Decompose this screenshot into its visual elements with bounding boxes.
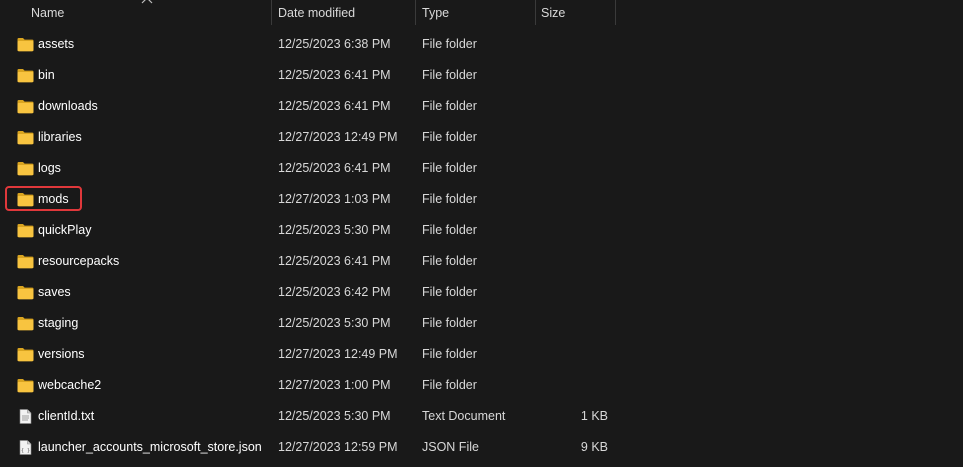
folder-icon [17,378,34,393]
column-divider[interactable] [615,0,616,25]
file-size: 1 KB [580,409,608,423]
file-name: mods [38,192,69,206]
file-date-modified: 12/25/2023 5:30 PM [278,223,391,237]
file-row-staging[interactable]: staging 12/25/2023 5:30 PM File folder [0,308,963,339]
file-date-modified: 12/25/2023 5:30 PM [278,409,391,423]
file-name: resourcepacks [38,254,120,268]
file-size: 9 KB [580,440,608,454]
file-row-versions[interactable]: versions 12/27/2023 12:49 PM File folder [0,339,963,370]
file-type: JSON File [422,440,479,454]
file-row-assets[interactable]: assets 12/25/2023 6:38 PM File folder [0,29,963,60]
file-row-clientid-txt[interactable]: clientId.txt 12/25/2023 5:30 PM Text Docum… [0,401,963,432]
file-name: saves [38,285,71,299]
folder-icon [17,316,34,331]
column-header-type[interactable]: Type [416,0,535,25]
column-header-date-modified[interactable]: Date modified [272,0,415,25]
file-size [540,246,608,277]
file-type: File folder [422,254,477,268]
file-row-libraries[interactable]: libraries 12/27/2023 12:49 PM File folder [0,122,963,153]
file-size [540,277,608,308]
file-row-saves[interactable]: saves 12/25/2023 6:42 PM File folder [0,277,963,308]
file-name: logs [38,161,61,175]
file-date-modified: 12/25/2023 6:42 PM [278,285,391,299]
file-type: File folder [422,192,477,206]
file-date-modified: 12/25/2023 6:41 PM [278,254,391,268]
folder-icon [17,223,34,238]
file-type: File folder [422,68,477,82]
column-header-name[interactable]: Name [0,0,271,25]
file-row-resourcepacks[interactable]: resourcepacks 12/25/2023 6:41 PM File fold… [0,246,963,277]
file-size [540,184,608,215]
file-size [540,91,608,122]
text-file-icon [17,409,34,424]
file-date-modified: 12/27/2023 1:03 PM [278,192,391,206]
file-size [540,153,608,184]
file-size [540,29,608,60]
column-header-date-label: Date modified [278,6,356,20]
folder-icon [17,99,34,114]
file-type: File folder [422,316,477,330]
column-header-name-label: Name [31,6,65,20]
file-list: assets 12/25/2023 6:38 PM File folder bin 12… [0,29,963,463]
file-date-modified: 12/27/2023 12:59 PM [278,440,398,454]
folder-icon [17,254,34,269]
file-row-launcher-accounts-microsoft-store-json[interactable]: { } launcher_accounts_microsoft_store.jso… [0,432,963,463]
file-row-mods[interactable]: mods 12/27/2023 1:03 PM File folder [0,184,963,215]
file-name: versions [38,347,85,361]
file-type: File folder [422,99,477,113]
file-type: File folder [422,347,477,361]
file-type: Text Document [422,409,506,423]
file-row-downloads[interactable]: downloads 12/25/2023 6:41 PM File folder [0,91,963,122]
column-header-size[interactable]: Size [536,0,615,25]
column-header-size-label: Size [541,6,566,20]
file-size [540,215,608,246]
file-date-modified: 12/27/2023 12:49 PM [278,130,398,144]
file-type: File folder [422,37,477,51]
folder-icon [17,68,34,83]
file-date-modified: 12/25/2023 6:41 PM [278,161,391,175]
folder-icon [17,285,34,300]
file-size [540,308,608,339]
folder-icon [17,192,34,207]
file-name: staging [38,316,79,330]
folder-icon [17,161,34,176]
file-explorer-list-view: Name Date modified Type Size assets 12/25… [0,0,963,467]
file-size [540,339,608,370]
file-row-logs[interactable]: logs 12/25/2023 6:41 PM File folder [0,153,963,184]
file-type: File folder [422,378,477,392]
svg-text:{ }: { } [21,448,30,454]
file-name: quickPlay [38,223,92,237]
folder-icon [17,130,34,145]
file-date-modified: 12/25/2023 5:30 PM [278,316,391,330]
file-row-quickplay[interactable]: quickPlay 12/25/2023 5:30 PM File folder [0,215,963,246]
file-row-webcache2[interactable]: webcache2 12/27/2023 1:00 PM File folder [0,370,963,401]
column-header-type-label: Type [422,6,450,20]
file-name: bin [38,68,55,82]
file-type: File folder [422,161,477,175]
folder-icon [17,37,34,52]
file-date-modified: 12/25/2023 6:41 PM [278,99,391,113]
json-file-icon: { } [17,440,34,455]
file-row-bin[interactable]: bin 12/25/2023 6:41 PM File folder [0,60,963,91]
file-name: downloads [38,99,98,113]
file-size [540,370,608,401]
folder-icon [17,347,34,362]
file-date-modified: 12/25/2023 6:38 PM [278,37,391,51]
file-type: File folder [422,285,477,299]
file-name: assets [38,37,75,51]
file-type: File folder [422,223,477,237]
file-date-modified: 12/27/2023 12:49 PM [278,347,398,361]
file-date-modified: 12/25/2023 6:41 PM [278,68,391,82]
column-header-bar: Name Date modified Type Size [0,0,963,25]
file-name: clientId.txt [38,409,95,423]
file-type: File folder [422,130,477,144]
file-name: libraries [38,130,82,144]
file-size [540,122,608,153]
file-size [540,60,608,91]
file-name: launcher_accounts_microsoft_store.json [38,440,262,454]
file-date-modified: 12/27/2023 1:00 PM [278,378,391,392]
file-name: webcache2 [38,378,102,392]
